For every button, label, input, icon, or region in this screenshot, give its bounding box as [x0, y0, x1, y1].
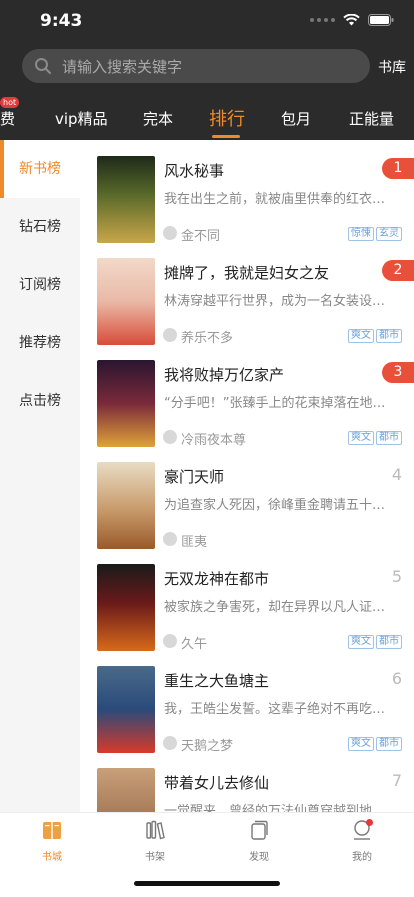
home-indicator: [134, 881, 280, 886]
tab-monthly[interactable]: 包月: [281, 108, 311, 129]
book-title: 我将败掉万亿家产: [164, 366, 285, 384]
search-bar[interactable]: [22, 49, 370, 85]
book-tags: 爽文 都市: [348, 329, 402, 343]
sidebar-item-recommend[interactable]: 推荐榜: [0, 314, 80, 372]
book-description: 被家族之争害死，却在异界以凡人证道……: [164, 600, 392, 615]
book-title: 带着女儿去修仙: [164, 774, 270, 792]
sidebar-item-diamond[interactable]: 钻石榜: [0, 198, 80, 256]
active-tab-indicator: [212, 135, 240, 138]
book-description: 为追查家人死因，徐峰重金聘请五十名道士……: [164, 498, 392, 513]
book-tag: 都市: [376, 635, 402, 649]
author-avatar-icon: [163, 430, 177, 444]
nav-profile[interactable]: 我的: [332, 819, 392, 863]
nav-book-city[interactable]: 书城: [22, 819, 82, 863]
nav-bookshelf[interactable]: 书架: [125, 819, 185, 863]
book-cover: [97, 462, 155, 549]
book-tags: 爽文 都市: [348, 635, 402, 649]
book-cover: [97, 156, 155, 243]
battery-icon: [368, 14, 394, 26]
rank-badge: 1: [382, 158, 414, 179]
book-tag: 都市: [376, 737, 402, 751]
status-icons: [310, 14, 394, 26]
book-description: “分手吧！”张臻手上的花束掉落在地上……: [164, 396, 392, 411]
bookshelf-icon: [146, 820, 165, 840]
book-description: 林涛穿越平行世界，成为一名女装设计师……: [164, 294, 392, 309]
book-cover: [97, 768, 155, 812]
book-cover: [97, 666, 155, 753]
notification-dot: [366, 819, 373, 826]
author-avatar-icon: [163, 328, 177, 342]
book-row[interactable]: 无双龙神在都市 被家族之争害死，却在异界以凡人证道…… 久午 爽文 都市 5: [80, 548, 414, 652]
category-tabs: 费 vip精品 完本 排行 包月 正能量: [0, 96, 414, 140]
book-cover: [97, 564, 155, 651]
tab-finished[interactable]: 完本: [143, 108, 173, 129]
wifi-icon: [343, 14, 360, 26]
book-tags: 惊悚 玄灵: [348, 227, 402, 241]
book-cover: [97, 360, 155, 447]
status-time: 9:43: [40, 11, 83, 31]
ranking-sidebar: 新书榜 钻石榜 订阅榜 推荐榜 点击榜: [0, 140, 80, 812]
rank-number: 7: [391, 771, 402, 790]
hot-badge: hot: [0, 97, 20, 108]
rank-badge: 3: [382, 362, 414, 383]
book-tag: 惊悚: [348, 227, 374, 241]
nav-label: 我的: [352, 852, 372, 863]
book-row[interactable]: 摊牌了，我就是妇女之友 林涛穿越平行世界，成为一名女装设计师…… 养乐不多 爽文…: [80, 242, 414, 346]
rank-number: 4: [391, 465, 402, 484]
search-input[interactable]: [60, 49, 354, 85]
book-row[interactable]: 重生之大鱼塘主 我，王皓尘发誓。这辈子绝对不再吃软饭…… 天鹅之梦 爽文 都市 …: [80, 650, 414, 754]
book-title: 重生之大鱼塘主: [164, 672, 270, 690]
book-tag: 都市: [376, 431, 402, 445]
nav-label: 书架: [145, 852, 165, 863]
tab-free[interactable]: 费: [0, 108, 15, 129]
book-description: 我，王皓尘发誓。这辈子绝对不再吃软饭……: [164, 702, 392, 717]
nav-discover[interactable]: 发现: [229, 819, 289, 863]
sidebar-item-clicks[interactable]: 点击榜: [0, 372, 80, 430]
nav-label: 发现: [249, 852, 269, 863]
sidebar-item-subscription[interactable]: 订阅榜: [0, 256, 80, 314]
author-avatar-icon: [163, 226, 177, 240]
tab-vip[interactable]: vip精品: [55, 108, 108, 129]
discover-icon: [251, 820, 268, 840]
rank-number: 6: [391, 669, 402, 688]
signal-icon: [310, 18, 335, 22]
book-row[interactable]: 带着女儿去修仙 一觉醒来，曾经的万法仙尊穿越到地球…… 7: [80, 752, 414, 812]
book-description: 一觉醒来，曾经的万法仙尊穿越到地球……: [164, 804, 392, 812]
book-city-icon: [43, 822, 61, 839]
nav-label: 书城: [42, 852, 62, 863]
rank-badge: 2: [382, 260, 414, 281]
library-button[interactable]: 书库: [378, 57, 406, 77]
author-avatar-icon: [163, 532, 177, 546]
book-tag: 爽文: [348, 737, 374, 751]
book-tag: 爽文: [348, 431, 374, 445]
book-tags: 爽文 都市: [348, 431, 402, 445]
book-row[interactable]: 我将败掉万亿家产 “分手吧！”张臻手上的花束掉落在地上…… 冷雨夜本尊 爽文 都…: [80, 344, 414, 448]
book-tags: 爽文 都市: [348, 737, 402, 751]
book-description: 我在出生之前，就被庙里供奉的红衣娘娘看中了……: [164, 192, 392, 207]
book-cover: [97, 258, 155, 345]
author-avatar-icon: [163, 634, 177, 648]
book-row[interactable]: 风水秘事 我在出生之前，就被庙里供奉的红衣娘娘看中了…… 金不同 惊悚 玄灵 1: [80, 140, 414, 244]
book-title: 摊牌了，我就是妇女之友: [164, 264, 330, 282]
header: 9:43 书库 费 vip精品 完本 排行 包月 正能量 hot: [0, 0, 414, 140]
book-title: 豪门天师: [164, 468, 225, 486]
book-tag: 爽文: [348, 635, 374, 649]
book-title: 风水秘事: [164, 162, 225, 180]
tab-positive-energy[interactable]: 正能量: [349, 108, 394, 129]
author-avatar-icon: [163, 736, 177, 750]
book-tag: 玄灵: [376, 227, 402, 241]
tab-ranking[interactable]: 排行: [209, 105, 245, 131]
book-row[interactable]: 豪门天师 为追查家人死因，徐峰重金聘请五十名道士…… 匪夷 4: [80, 446, 414, 550]
search-icon: [35, 58, 52, 75]
rank-number: 5: [391, 567, 402, 586]
book-list: 风水秘事 我在出生之前，就被庙里供奉的红衣娘娘看中了…… 金不同 惊悚 玄灵 1…: [80, 140, 414, 812]
book-title: 无双龙神在都市: [164, 570, 270, 588]
sidebar-item-new-books[interactable]: 新书榜: [0, 140, 80, 198]
book-tag: 都市: [376, 329, 402, 343]
book-tag: 爽文: [348, 329, 374, 343]
